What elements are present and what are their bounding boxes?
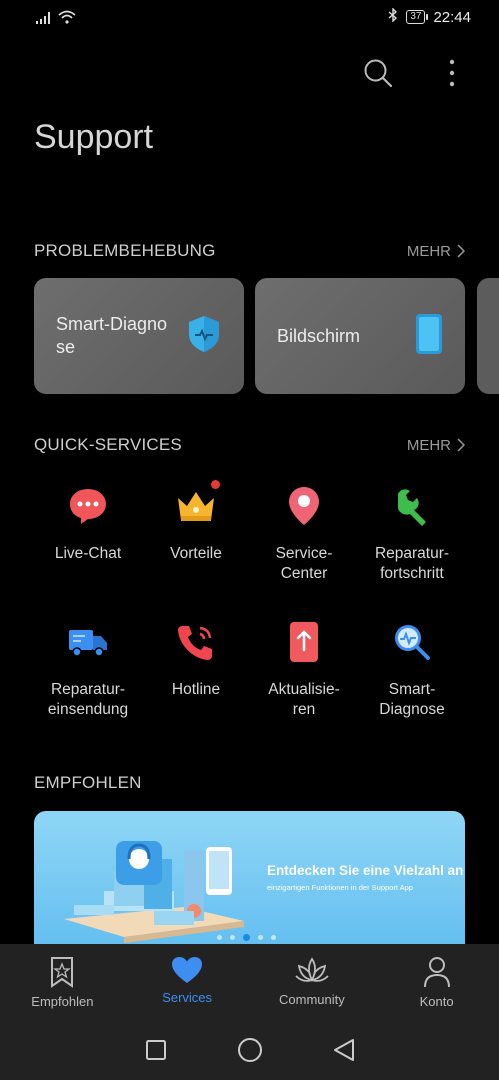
- service-label: Service- Center: [275, 545, 333, 582]
- banner-title: Entdecken Sie eine Vielzahl an: [267, 863, 464, 878]
- wrench-icon: [390, 484, 434, 528]
- service-repair-progress[interactable]: Reparatur- fortschritt: [358, 484, 466, 584]
- card-screen[interactable]: Bildschirm: [255, 278, 465, 394]
- bluetooth-icon: [388, 7, 398, 26]
- top-actions: [361, 56, 469, 90]
- troubleshooting-header: PROBLEMBEHEBUNG MEHR: [34, 239, 465, 263]
- search-icon[interactable]: [361, 56, 395, 90]
- bottom-tab-bar: Empfohlen Services Community Konto: [0, 944, 499, 1020]
- location-pin-icon: [282, 484, 326, 528]
- service-service-center[interactable]: Service- Center: [250, 484, 358, 584]
- more-label: MEHR: [406, 242, 451, 260]
- crown-icon: [174, 480, 220, 528]
- notification-badge: [211, 480, 220, 489]
- card-label: Smart-Diagnose: [56, 314, 168, 357]
- back-triangle-icon[interactable]: [333, 1038, 355, 1062]
- carousel-dot: [258, 935, 263, 940]
- recommended-header: EMPFOHLEN: [34, 771, 465, 795]
- section-title: EMPFOHLEN: [34, 773, 142, 792]
- service-label: Vorteile: [170, 545, 222, 562]
- tab-label: Community: [279, 992, 345, 1007]
- quick-services-row-1: Live-Chat Vorteile Service- Center Repar…: [34, 480, 466, 584]
- service-label: Aktualisie- ren: [268, 681, 340, 718]
- tab-label: Konto: [419, 994, 454, 1009]
- person-icon: [423, 957, 450, 988]
- home-circle-icon[interactable]: [237, 1037, 263, 1063]
- more-options-icon[interactable]: [435, 56, 469, 90]
- banner-illustration: [64, 841, 244, 943]
- carousel-indicator: [217, 934, 276, 941]
- more-link[interactable]: MEHR: [407, 243, 465, 260]
- card-label: Bildschirm: [277, 325, 361, 346]
- battery-indicator: 37: [406, 10, 429, 24]
- phone-call-icon: [174, 620, 218, 664]
- tab-label: Services: [162, 990, 213, 1005]
- status-bar: 37 22:44: [0, 0, 499, 36]
- carousel-dot: [217, 935, 222, 940]
- troubleshooting-cards: Smart-Diagnose Bildschirm: [34, 278, 499, 396]
- service-hotline[interactable]: Hotline: [142, 620, 250, 720]
- tab-konto[interactable]: Konto: [374, 944, 499, 1020]
- service-label: Reparatur- fortschritt: [374, 545, 450, 582]
- tab-community[interactable]: Community: [250, 944, 375, 1020]
- more-link[interactable]: MEHR: [407, 437, 465, 454]
- carousel-dot: [271, 935, 276, 940]
- card-partial[interactable]: [477, 278, 499, 394]
- truck-icon: [66, 620, 110, 664]
- service-live-chat[interactable]: Live-Chat: [34, 484, 142, 584]
- service-label: Smart- Diagnose: [379, 681, 445, 718]
- section-title: QUICK-SERVICES: [34, 435, 182, 454]
- service-repair-shipping[interactable]: Reparatur- einsendung: [34, 620, 142, 720]
- service-label: Hotline: [171, 681, 221, 698]
- clock: 22:44: [433, 8, 471, 26]
- shield-diagnose-icon: [186, 314, 222, 359]
- chevron-right-icon: [457, 244, 465, 258]
- update-icon: [282, 620, 326, 664]
- recommended-banner[interactable]: Entdecken Sie eine Vielzahl an einzigart…: [34, 811, 465, 945]
- service-label: Live-Chat: [54, 545, 122, 562]
- magnifier-pulse-icon: [390, 620, 434, 664]
- banner-subtitle: einzigartigen Funktionen in der Support …: [267, 883, 413, 892]
- tab-services[interactable]: Services: [125, 944, 250, 1020]
- card-smart-diagnose[interactable]: Smart-Diagnose: [34, 278, 244, 394]
- quick-services-row-2: Reparatur- einsendung Hotline Aktualisie…: [34, 620, 466, 720]
- page-title: Support: [34, 118, 154, 156]
- tab-empfohlen[interactable]: Empfohlen: [0, 944, 125, 1020]
- section-title: PROBLEMBEHEBUNG: [34, 241, 216, 260]
- system-navigation-bar: [0, 1020, 499, 1080]
- chat-bubble-icon: [66, 484, 110, 528]
- service-update[interactable]: Aktualisie- ren: [250, 620, 358, 720]
- tab-label: Empfohlen: [31, 994, 94, 1009]
- phone-screen-icon: [415, 313, 443, 360]
- signal-icon: [36, 11, 52, 29]
- more-label: MEHR: [406, 436, 451, 454]
- service-label: Reparatur- einsendung: [47, 681, 129, 718]
- heart-icon: [172, 957, 203, 983]
- quick-services-header: QUICK-SERVICES MEHR: [34, 433, 465, 457]
- carousel-dot-active: [243, 934, 250, 941]
- wifi-icon: [58, 10, 76, 29]
- bookmark-star-icon: [51, 957, 74, 988]
- lotus-icon: [295, 957, 329, 983]
- recents-square-icon[interactable]: [145, 1039, 167, 1061]
- chevron-right-icon: [457, 438, 465, 452]
- service-smart-diagnose[interactable]: Smart- Diagnose: [358, 620, 466, 720]
- carousel-dot: [230, 935, 235, 940]
- service-benefits[interactable]: Vorteile: [142, 480, 250, 584]
